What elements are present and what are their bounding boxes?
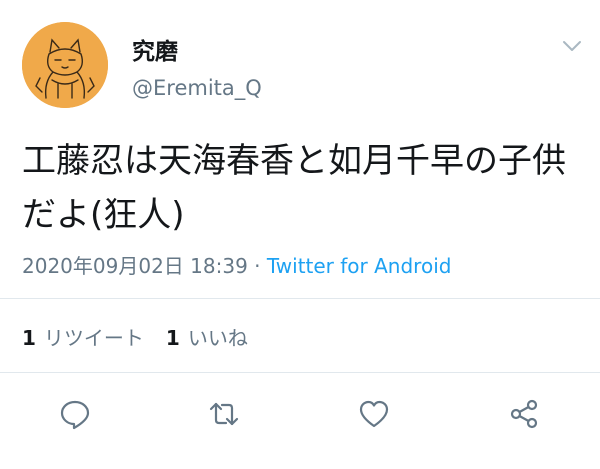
likes-count: 1 (165, 326, 180, 350)
divider (0, 372, 600, 373)
share-icon[interactable] (508, 398, 540, 430)
avatar-illustration (22, 22, 108, 108)
meta-separator: · (247, 254, 267, 278)
tweet-source-link[interactable]: Twitter for Android (267, 254, 452, 278)
reply-icon[interactable] (59, 398, 91, 430)
likes-label: いいね (187, 326, 248, 350)
chevron-down-icon[interactable] (560, 36, 584, 56)
tweet-card: 究磨 @Eremita_Q 工藤忍は天海春香と如月千早の子供だよ(狂人) 202… (0, 0, 600, 469)
tweet-text: 工藤忍は天海春香と如月千早の子供だよ(狂人) (22, 141, 566, 235)
retweets-count: 1 (22, 326, 36, 350)
display-name[interactable]: 究磨 (132, 32, 178, 66)
heart-icon[interactable] (358, 398, 390, 430)
action-bar (0, 390, 600, 436)
retweets-label: リツイート (43, 326, 144, 350)
tweet-timestamp[interactable]: 2020年09月02日 18:39 (22, 254, 248, 278)
retweets-stat[interactable]: 1 リツイート (22, 326, 144, 350)
user-handle[interactable]: @Eremita_Q (132, 76, 262, 100)
avatar[interactable] (22, 22, 108, 108)
tweet-meta: 2020年09月02日 18:39 · Twitter for Android (22, 250, 451, 279)
retweet-icon[interactable] (208, 398, 240, 430)
likes-stat[interactable]: 1 いいね (166, 326, 248, 350)
engagement-stats: 1 リツイート 1 いいね (22, 322, 248, 351)
divider (0, 298, 600, 299)
